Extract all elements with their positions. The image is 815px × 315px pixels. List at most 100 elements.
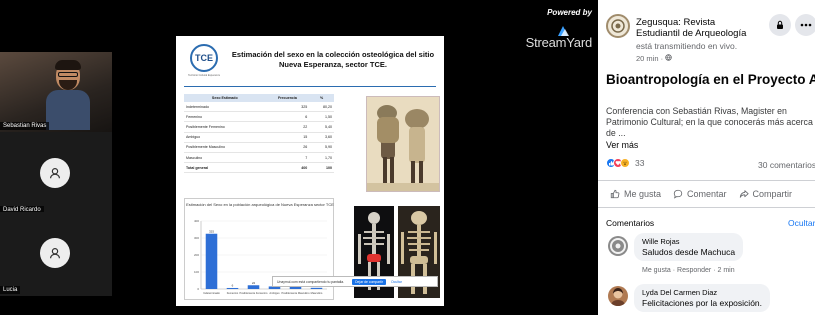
wow-reaction-icon: [620, 158, 630, 168]
page-avatar[interactable]: [606, 14, 630, 38]
share-icon: [739, 190, 749, 198]
table-cell: 22: [265, 121, 310, 133]
table-cell: 5,40: [309, 121, 334, 133]
x-tick-label: Posiblemente Masculino: [281, 291, 310, 295]
x-tick-label: Posiblemente Femenino: [240, 291, 269, 295]
comments-heading: Comentarios: [606, 218, 655, 228]
reactions-summary[interactable]: 33: [606, 158, 644, 168]
table-cell: 5,90: [309, 142, 334, 153]
comment-label: Comentar: [687, 189, 727, 199]
table-row: Masculino 7 1,70: [184, 152, 334, 164]
tce-logo: TCE: [190, 44, 218, 72]
table-cell: 400: [265, 162, 310, 174]
streamyard-logo-icon: [558, 26, 569, 36]
comment-icon: [673, 189, 683, 199]
like-button[interactable]: Me gusta: [610, 189, 661, 199]
lock-button[interactable]: [769, 14, 791, 36]
table-cell: 6: [265, 111, 310, 123]
chart-bar: [226, 287, 239, 289]
table-cell: 1,50: [309, 111, 334, 123]
shared-slide: TCE Territorio Cultural Esperanza Estima…: [176, 36, 444, 306]
comment-author[interactable]: Lyda Del Carmen Diaz: [642, 288, 762, 297]
sex-frequency-table: Sexo Estimado Frecuencia % Indeterminado…: [184, 94, 334, 174]
table-cell: 15: [265, 132, 310, 143]
table-header: Frecuencia: [265, 94, 310, 102]
table-cell: 100: [309, 162, 334, 174]
share-label: Compartir: [752, 189, 793, 199]
chart-data-label: 22: [252, 281, 256, 285]
comment-author[interactable]: Wille Rojas: [642, 237, 735, 246]
participant-name: Lucia: [0, 286, 21, 294]
timestamp-text: 20 min ·: [636, 54, 664, 63]
stop-sharing-button[interactable]: Dejar de compartir: [352, 278, 386, 285]
table-row: Ambiguo 15 3,60: [184, 132, 334, 143]
more-options-button[interactable]: [795, 14, 815, 36]
table-cell: Posiblemente Masculino: [184, 142, 266, 153]
comment-meta[interactable]: Me gusta · Responder · 2 min: [642, 267, 735, 274]
user-avatar-icon: [40, 158, 70, 188]
x-tick-label: Indeterminado: [203, 291, 220, 295]
presenter-video: [46, 60, 90, 130]
share-notification-text: Unaymul.com está compartiendo tu pantall…: [277, 279, 345, 284]
y-tick-label: 200: [194, 253, 199, 257]
participant-tile-sebastian: Sebastian Rivas: [0, 52, 112, 132]
table-total-row: Total general 400 100: [184, 162, 334, 174]
x-tick-label: Ambiguo: [269, 291, 280, 295]
table-cell: 3,60: [309, 132, 334, 143]
table-row: Femenino 6 1,50: [184, 111, 334, 123]
table-cell: 80,20: [309, 102, 334, 113]
post-description: Conferencia con Sebastián Rivas, Magiste…: [606, 106, 813, 139]
y-tick-label: 300: [194, 236, 199, 240]
table-header: Sexo Estimado: [184, 94, 266, 102]
globe-icon: [665, 54, 672, 61]
lock-icon: [777, 20, 783, 29]
commenter-avatar[interactable]: [608, 286, 628, 306]
hide-notification-button[interactable]: Ocultar: [391, 280, 402, 284]
live-post-panel: Zegusqua: Revista Estudiantil de Arqueol…: [598, 0, 815, 315]
like-label: Me gusta: [624, 189, 662, 199]
table-cell: Femenino: [184, 111, 266, 123]
table-cell: 325: [265, 102, 310, 113]
slide-divider: [184, 86, 436, 87]
table-cell: Indeterminado: [184, 102, 266, 113]
participant-name: Sebastian Rivas: [0, 122, 50, 130]
comment-button[interactable]: Comentar: [673, 189, 727, 199]
live-status-text: está transmitiendo en vivo.: [636, 41, 738, 51]
x-tick-label: Femenino: [227, 291, 239, 295]
table-header: %: [309, 94, 334, 102]
comment-count-link[interactable]: 30 comentarios: [758, 160, 815, 170]
y-tick-label: 400: [194, 219, 199, 223]
post-title: Bioantropología en el Proyecto Arqueológ…: [606, 72, 815, 87]
see-more-link[interactable]: Ver más: [606, 140, 638, 150]
hide-comments-link[interactable]: Ocultar: [788, 218, 815, 228]
screen-share-notification: Unaymul.com está compartiendo tu pantall…: [272, 276, 438, 287]
commenter-avatar[interactable]: [608, 236, 628, 256]
more-dots-icon: [800, 23, 812, 27]
slide-title: Estimación del sexo en la colección oste…: [231, 50, 435, 70]
reaction-count: 33: [635, 158, 645, 168]
post-timestamp: 20 min ·: [636, 54, 672, 63]
participant-tile-david: David Ricardo: [0, 132, 112, 216]
table-cell: 26: [265, 142, 310, 153]
chart-bar: [247, 285, 260, 289]
comment-bubble: Wille Rojas Saludos desde Machuca: [634, 233, 744, 261]
stream-stage: Sebastian Rivas David Ricardo Lucia Powe…: [0, 0, 598, 315]
table-cell: Masculino: [184, 152, 266, 164]
tce-logo-subtitle: Territorio Cultural Esperanza: [188, 74, 220, 77]
table-cell: Ambiguo: [184, 132, 266, 143]
comment-text: Saludos desde Machuca: [642, 247, 736, 257]
table-row: Indeterminado 325 80,20: [184, 102, 334, 113]
post-actions-bar: Me gusta Comentar Compartir: [598, 180, 815, 208]
y-tick-label: 100: [194, 270, 199, 274]
chart-bar: [205, 233, 218, 289]
table-cell: Posiblemente Femenino: [184, 121, 266, 133]
page-name-link[interactable]: Zegusqua: Revista Estudiantil de Arqueol…: [636, 17, 760, 40]
chart-bar: [310, 287, 323, 289]
table-cell: 1,70: [309, 152, 334, 164]
y-tick-label: 0: [197, 287, 199, 291]
porters-illustration-image: [366, 96, 440, 192]
share-button[interactable]: Compartir: [739, 189, 793, 199]
powered-by-label: Powered by: [547, 8, 592, 17]
comment-text: Felicitaciones por la exposición.: [642, 298, 763, 308]
chart-data-label: 6: [232, 283, 234, 287]
